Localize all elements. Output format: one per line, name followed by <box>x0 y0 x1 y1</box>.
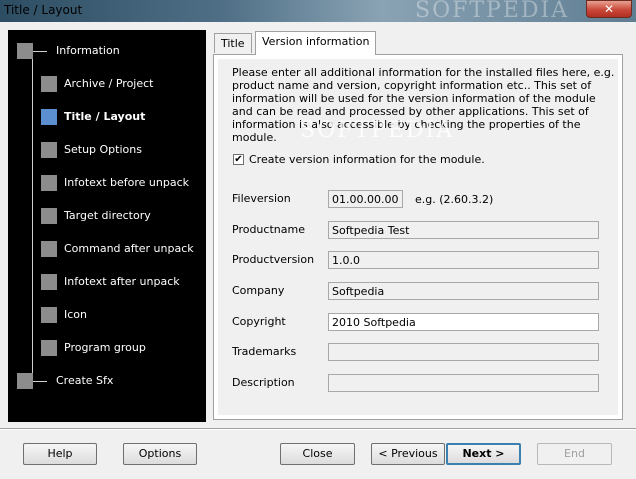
window-title: Title / Layout <box>4 3 83 17</box>
nav-item-program-group[interactable]: Program group <box>8 338 206 358</box>
tree-branch <box>33 51 47 52</box>
node-icon <box>41 340 57 356</box>
copyright-field[interactable]: 2010 Softpedia <box>328 313 599 331</box>
nav-item-label: Setup Options <box>64 143 142 156</box>
window-close-button[interactable]: ✕ <box>586 0 632 18</box>
node-icon <box>41 142 57 158</box>
nav-item-label: Infotext after unpack <box>64 275 180 288</box>
tab-version-information[interactable]: Version information <box>255 31 377 55</box>
productversion-label: Productversion <box>232 253 315 266</box>
node-icon-active <box>41 109 57 125</box>
nav-item-label: Title / Layout <box>64 110 146 123</box>
close-button[interactable]: Close <box>280 443 355 465</box>
trademarks-field[interactable] <box>328 343 599 361</box>
nav-item-label: Target directory <box>64 209 151 222</box>
node-icon <box>41 76 57 92</box>
tab-label: Version information <box>262 35 370 48</box>
nav-item-information[interactable]: Information <box>8 41 206 61</box>
checkbox-label: Create version information for the modul… <box>249 153 485 166</box>
nav-item-archive-project[interactable]: Archive / Project <box>8 74 206 94</box>
node-icon <box>41 241 57 257</box>
create-version-info-checkbox[interactable]: ✔ <box>233 154 244 165</box>
check-icon: ✔ <box>234 154 243 165</box>
tree-branch <box>33 381 47 382</box>
company-field[interactable]: Softpedia <box>328 282 599 300</box>
nav-item-label: Information <box>56 44 120 57</box>
nav-item-icon[interactable]: Icon <box>8 305 206 325</box>
nav-item-label: Archive / Project <box>64 77 154 90</box>
nav-item-infotext-after-unpack[interactable]: Infotext after unpack <box>8 272 206 292</box>
step-navigation: Information Archive / Project Title / La… <box>8 30 206 422</box>
tab-label: Title <box>221 37 245 50</box>
fileversion-field[interactable]: 01.00.00.00 <box>328 190 403 208</box>
nav-item-target-directory[interactable]: Target directory <box>8 206 206 226</box>
productname-field[interactable]: Softpedia Test <box>328 221 599 239</box>
nav-item-infotext-before-unpack[interactable]: Infotext before unpack <box>8 173 206 193</box>
previous-button[interactable]: < Previous <box>371 443 445 465</box>
nav-item-label: Program group <box>64 341 146 354</box>
nav-item-label: Infotext before unpack <box>64 176 190 189</box>
copyright-label: Copyright <box>232 315 286 328</box>
fileversion-label: Fileversion <box>232 192 291 205</box>
watermark: SOFTPEDIA <box>300 118 455 143</box>
productversion-field[interactable]: 1.0.0 <box>328 251 599 269</box>
node-icon <box>41 274 57 290</box>
node-icon <box>17 43 33 59</box>
description-label: Description <box>232 376 295 389</box>
nav-item-command-after-unpack[interactable]: Command after unpack <box>8 239 206 259</box>
divider <box>0 429 636 430</box>
nav-item-title-layout[interactable]: Title / Layout <box>8 107 206 127</box>
close-icon: ✕ <box>603 2 615 16</box>
tab-title[interactable]: Title <box>214 33 252 53</box>
nav-item-setup-options[interactable]: Setup Options <box>8 140 206 160</box>
productname-label: Productname <box>232 223 305 236</box>
nav-item-label: Icon <box>64 308 87 321</box>
trademarks-label: Trademarks <box>232 345 297 358</box>
next-button[interactable]: Next > <box>446 443 521 465</box>
help-button[interactable]: Help <box>23 443 97 465</box>
options-button[interactable]: Options <box>123 443 197 465</box>
node-icon <box>17 373 33 389</box>
nav-item-create-sfx[interactable]: Create Sfx <box>8 371 206 391</box>
nav-item-label: Command after unpack <box>64 242 194 255</box>
watermark: SOFTPEDIA <box>415 0 570 23</box>
title-bar: Title / Layout SOFTPEDIA ✕ <box>0 0 636 23</box>
node-icon <box>41 175 57 191</box>
fileversion-hint: e.g. (2.60.3.2) <box>415 193 494 206</box>
description-field[interactable] <box>328 374 599 392</box>
node-icon <box>41 208 57 224</box>
end-button[interactable]: End <box>537 443 612 465</box>
nav-item-label: Create Sfx <box>56 374 114 387</box>
node-icon <box>41 307 57 323</box>
company-label: Company <box>232 284 285 297</box>
